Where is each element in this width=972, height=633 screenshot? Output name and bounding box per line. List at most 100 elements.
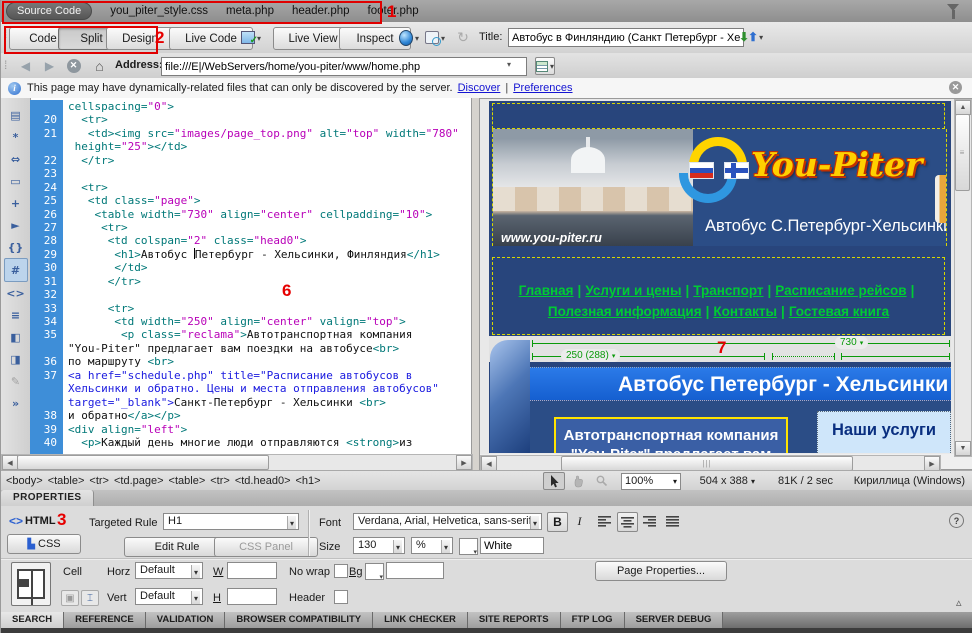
code-line[interactable]: 40 <p>Каждый день многие люди отправляют…	[30, 436, 471, 449]
discover-link[interactable]: Discover	[458, 82, 501, 94]
code-line[interactable]: 28 <td colspan="2" class="head0">	[30, 234, 471, 247]
table-width-line-outer[interactable]	[532, 343, 950, 344]
code-line[interactable]: 31 </tr>	[30, 275, 471, 288]
related-file-tab[interactable]: meta.php	[226, 5, 274, 17]
address-dropdown-arrow[interactable]: ▾	[507, 60, 511, 69]
cell-height-input[interactable]	[227, 588, 277, 605]
document-title-input[interactable]	[508, 28, 744, 47]
code-line[interactable]: height="25"></td>	[30, 140, 471, 153]
code-line[interactable]: cellspacing="0">	[30, 100, 471, 113]
select-parent-tag-icon[interactable]: ►	[5, 214, 27, 236]
hand-tool-icon[interactable]	[567, 472, 589, 490]
file-management-icon[interactable]: ⬇⬆	[741, 28, 761, 45]
home-icon[interactable]: ⌂	[91, 57, 108, 74]
scroll-left-icon[interactable]: ◀	[2, 455, 18, 470]
menu-link[interactable]: Транспорт	[693, 283, 763, 298]
help-icon[interactable]: ?	[949, 513, 964, 528]
results-tab-ftp-log[interactable]: FTP LOG	[561, 612, 625, 628]
toolbar-grip[interactable]: ⁞	[4, 27, 5, 41]
code-line[interactable]: 29 <h1>Автобус Петербург - Хельсинки, Фи…	[30, 248, 471, 261]
scroll-left-icon[interactable]: ◀	[481, 456, 497, 471]
view-options-icon[interactable]	[535, 57, 555, 75]
preferences-link[interactable]: Preferences	[513, 82, 572, 94]
code-view-pane[interactable]: ▤*⇔▭+►{}#<>≡◧◨✎» cellspacing="0">20 <tr>…	[1, 98, 472, 470]
window-size-dropdown[interactable]: 504 x 388 ▾	[700, 475, 755, 487]
code-line[interactable]: 34 <td width="250" align="center" valign…	[30, 315, 471, 328]
results-tab-validation[interactable]: VALIDATION	[146, 612, 226, 628]
validate-markup-icon[interactable]	[425, 29, 445, 46]
show-code-navigator-icon[interactable]: *	[5, 126, 27, 148]
merge-cells-icon[interactable]: ▣	[61, 590, 79, 606]
reclama-text-box[interactable]: Автотранспортная компания "You-Piter" пр…	[554, 417, 788, 453]
remove-comment-icon[interactable]: ◨	[5, 348, 27, 370]
line-numbers-icon[interactable]: #	[4, 258, 28, 282]
back-icon[interactable]: ◀	[17, 57, 34, 74]
select-tool-icon[interactable]	[543, 472, 565, 490]
collapse-full-tag-icon[interactable]: ⇔	[5, 148, 27, 170]
menu-link[interactable]: Гостевая книга	[789, 304, 889, 319]
menu-link[interactable]: Полезная информация	[548, 304, 702, 319]
tag-selector-item[interactable]: <h1>	[296, 475, 321, 487]
filter-related-files-icon[interactable]	[947, 4, 959, 17]
website-page-preview[interactable]: You-Piter Автобус С.Петербург-Хельсинки …	[489, 101, 951, 453]
site-header-banner[interactable]: You-Piter Автобус С.Петербург-Хельсинки …	[492, 129, 947, 246]
tag-selector-item[interactable]: <tr>	[210, 475, 230, 487]
tag-selector-item[interactable]: <table>	[48, 475, 85, 487]
code-line[interactable]: target="_blank">Санкт-Петербург - Хельси…	[30, 396, 471, 409]
code-line[interactable]: 23	[30, 167, 471, 180]
preview-in-browser-icon[interactable]	[399, 29, 419, 46]
html-mode-button[interactable]: HTML	[25, 515, 56, 527]
code-line[interactable]: 27 <tr>	[30, 221, 471, 234]
related-file-tab[interactable]: header.php	[292, 5, 350, 17]
wrap-tag-icon[interactable]: ✎	[5, 370, 27, 392]
tag-selector-item[interactable]: <body>	[6, 475, 43, 487]
code-line[interactable]: 36по маршруту <br>	[30, 355, 471, 368]
design-view-pane[interactable]: You-Piter Автобус С.Петербург-Хельсинки …	[479, 98, 972, 470]
code-line[interactable]: 20 <tr>	[30, 113, 471, 126]
column-width-line-right[interactable]	[841, 356, 950, 357]
bold-button[interactable]: B	[547, 512, 568, 532]
menu-link[interactable]: Контакты	[713, 304, 777, 319]
forward-icon[interactable]: ▶	[41, 57, 58, 74]
syntax-error-alerts-icon[interactable]: ≡	[5, 304, 27, 326]
align-right-icon[interactable]	[640, 512, 659, 530]
tag-selector-item[interactable]: <tr>	[89, 475, 109, 487]
services-box[interactable]: Наши услуги	[817, 411, 951, 453]
page-properties-button[interactable]: Page Properties...	[595, 561, 727, 581]
code-line[interactable]: 33 <tr>	[30, 302, 471, 315]
text-color-swatch[interactable]	[459, 538, 478, 555]
vert-dropdown[interactable]: Default	[135, 588, 203, 605]
zoom-tool-icon[interactable]	[591, 472, 613, 490]
properties-panel-tab[interactable]: PROPERTIES	[1, 490, 94, 506]
results-tab-server-debug[interactable]: SERVER DEBUG	[625, 612, 724, 628]
code-line[interactable]: Хельсинки и обратно. Цены и места отправ…	[30, 382, 471, 395]
bg-color-input[interactable]	[386, 562, 444, 579]
apply-comment-icon[interactable]: ◧	[5, 326, 27, 348]
related-file-tab[interactable]: you_piter_style.css	[110, 5, 208, 17]
site-navigation-menu[interactable]: Главная|Услуги и цены|Транспорт|Расписан…	[492, 257, 945, 335]
table-width-label-730[interactable]: 730	[835, 336, 868, 349]
code-line[interactable]: 39<div align="left">	[30, 423, 471, 436]
targeted-rule-dropdown[interactable]: H1	[163, 513, 299, 530]
design-canvas[interactable]: You-Piter Автобус С.Петербург-Хельсинки …	[480, 99, 956, 454]
font-dropdown[interactable]: Verdana, Arial, Helvetica, sans-serif	[353, 513, 542, 530]
close-info-bar-icon[interactable]: ✕	[949, 81, 962, 94]
nav-grip[interactable]: ⁞	[4, 58, 5, 72]
results-tab-reference[interactable]: REFERENCE	[64, 612, 146, 628]
split-cell-icon[interactable]: ⌶	[81, 590, 99, 606]
italic-button[interactable]: I	[570, 512, 589, 530]
align-left-icon[interactable]	[595, 512, 614, 530]
code-line[interactable]: "You-Piter" предлагает вам поездки на ав…	[30, 342, 471, 355]
code-line[interactable]: 21 <td><img src="images/page_top.png" al…	[30, 127, 471, 140]
format-source-code-icon[interactable]: »	[5, 392, 27, 414]
address-input[interactable]	[161, 57, 527, 76]
design-scroll-thumb[interactable]: |||	[561, 456, 853, 471]
results-tab-search[interactable]: SEARCH	[1, 612, 64, 628]
code-line[interactable]: 37<a href="schedule.php" title="Расписан…	[30, 369, 471, 382]
check-browser-compatibility-icon[interactable]: ✓	[241, 29, 261, 46]
magnification-dropdown[interactable]: 100%▾	[621, 473, 681, 490]
menu-link[interactable]: Услуги и цены	[585, 283, 681, 298]
align-justify-icon[interactable]	[663, 512, 682, 530]
code-line[interactable]: 32	[30, 288, 471, 301]
menu-link[interactable]: Главная	[519, 283, 574, 298]
